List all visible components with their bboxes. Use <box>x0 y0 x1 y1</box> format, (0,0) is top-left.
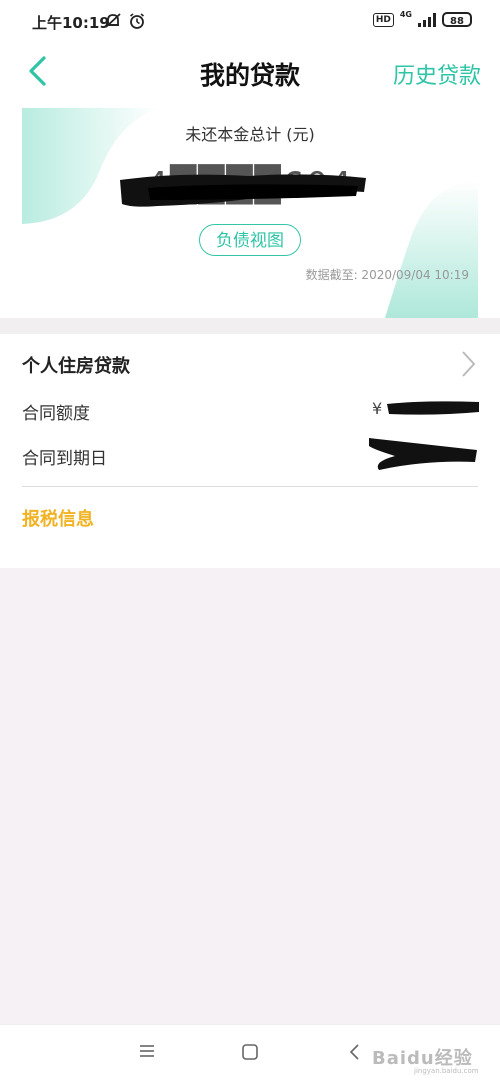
section-divider <box>0 318 500 334</box>
redaction-mark <box>120 174 366 207</box>
hd-badge: HD <box>372 12 394 27</box>
baidu-jingyan-watermark: Baidu经验 jingyan.baidu.com <box>372 1035 490 1075</box>
status-bar: 上午10:19 HD 4G 88 <box>0 0 500 44</box>
system-navigation-bar: Baidu经验 jingyan.baidu.com <box>0 1024 500 1085</box>
watermark-url: jingyan.baidu.com <box>414 1067 479 1075</box>
history-loans-link[interactable]: 历史贷款 <box>393 58 481 90</box>
contract-amount-redaction <box>387 401 479 415</box>
status-icons-right: HD 4G 88 <box>372 10 472 27</box>
loan-summary-card: 未还本金总计 (元) 4████604 负债视图 数据截至: 2020/09/0… <box>0 100 500 318</box>
chevron-left-icon <box>29 56 46 86</box>
contract-amount-currency: ¥ <box>372 399 383 418</box>
tax-info-link[interactable]: 报税信息 <box>22 505 94 531</box>
outstanding-principal-label: 未还本金总计 (元) <box>185 125 315 144</box>
loan-type-title: 个人住房贷款 <box>22 356 130 377</box>
alarm-clock-icon <box>130 13 144 29</box>
signal-icon <box>418 12 436 27</box>
home-icon[interactable] <box>241 1043 259 1061</box>
chevron-right-icon <box>462 351 476 377</box>
network-type: 4G <box>399 10 412 19</box>
notification-off-icon <box>105 13 121 28</box>
divider <box>22 486 478 487</box>
contract-amount-label: 合同额度 <box>22 404 90 424</box>
menu-icon[interactable] <box>138 1043 156 1059</box>
back-icon[interactable] <box>347 1043 363 1061</box>
housing-loan-header[interactable]: 个人住房贷款 <box>0 334 500 392</box>
housing-loan-card: 个人住房贷款 合同额度 ¥ 合同到期日 报税信息 <box>0 334 500 568</box>
contract-due-date-label: 合同到期日 <box>22 449 107 469</box>
debt-view-button[interactable]: 负债视图 <box>199 224 301 256</box>
data-timestamp: 数据截至: 2020/09/04 10:19 <box>305 268 469 282</box>
battery-icon: 88 <box>442 12 472 27</box>
status-time: 上午10:19 <box>32 14 110 32</box>
status-icons-left <box>104 12 146 30</box>
contract-due-date-redaction <box>369 438 477 470</box>
back-button[interactable] <box>24 54 54 90</box>
header: 我的贷款 历史贷款 <box>0 44 500 100</box>
